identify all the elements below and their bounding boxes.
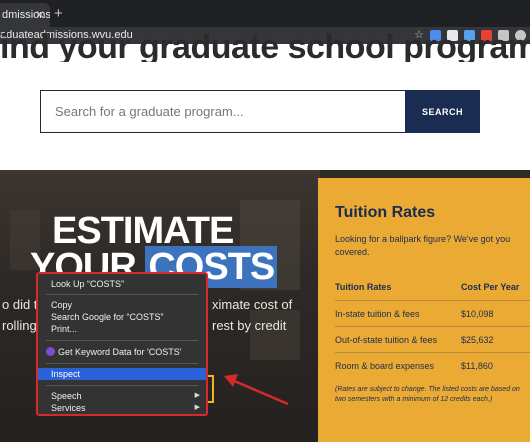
tuition-title: Tuition Rates [335,204,436,221]
body-text-left-2: rolling [2,318,37,333]
menu-item-services[interactable]: Services ▶ [38,402,206,414]
menu-item-keyword-data[interactable]: Get Keyword Data for 'COSTS' [38,346,206,358]
new-tab-button[interactable]: + [54,6,63,21]
row-value: $11,860 [461,361,493,371]
services-label: Services [51,403,86,413]
menu-item-search-google[interactable]: Search Google for “COSTS” [38,311,206,323]
table-row: Out-of-state tuition & fees $25,632 [335,326,530,352]
menu-item-look-up[interactable]: Look Up “COSTS” [38,278,206,290]
submenu-arrow-icon: ▶ [194,392,200,399]
row-label: In-state tuition & fees [335,309,420,319]
estimate-heading: ESTIMATE [52,210,234,252]
menu-item-speech[interactable]: Speech ▶ [38,390,206,402]
header-label: Tuition Rates [335,282,392,292]
table-row: Room & board expenses $11,860 [335,352,530,378]
speech-label: Speech [51,391,82,401]
table-row: In-state tuition & fees $10,098 [335,300,530,326]
annotation-arrow-icon [224,374,289,406]
menu-divider [46,340,198,341]
tab-close-icon[interactable]: ✕ [35,9,45,21]
hero-heading-text: ind your graduate school program. [0,30,530,62]
search-button[interactable]: SEARCH [405,90,480,133]
tuition-rates-card: Tuition Rates Looking for a ballpark fig… [318,178,530,442]
row-value: $25,632 [461,335,494,345]
program-search: SEARCH [40,90,480,133]
menu-divider [46,363,198,364]
search-input[interactable] [41,91,405,132]
menu-item-inspect[interactable]: Inspect [38,368,206,380]
tuition-table-header: Tuition Rates Cost Per Year [335,274,530,300]
menu-item-print[interactable]: Print... [38,323,206,335]
row-value: $10,098 [461,309,494,319]
keyword-extension-icon [46,347,55,356]
browser-tab[interactable]: dmissions ✕ [0,3,50,27]
menu-divider [46,294,198,295]
submenu-arrow-icon: ▶ [194,404,200,411]
header-value: Cost Per Year [461,282,520,292]
row-label: Room & board expenses [335,361,435,371]
tuition-note: (Rates are subject to change. The listed… [335,386,520,403]
menu-item-copy[interactable]: Copy [38,299,206,311]
row-label: Out-of-state tuition & fees [335,335,438,345]
hero-heading: ind your graduate school program. [0,30,530,62]
keyword-label: Get Keyword Data for 'COSTS' [58,347,182,357]
context-menu: Look Up “COSTS” Copy Search Google for “… [36,272,208,416]
tuition-intro: Looking for a ballpark figure? We've got… [335,234,511,257]
body-text-right-2: rest by credit [212,318,287,333]
body-text-right-1: ximate cost of [212,297,293,312]
browser-tab-bar: dmissions ✕ + [0,0,530,27]
menu-divider [46,385,198,386]
